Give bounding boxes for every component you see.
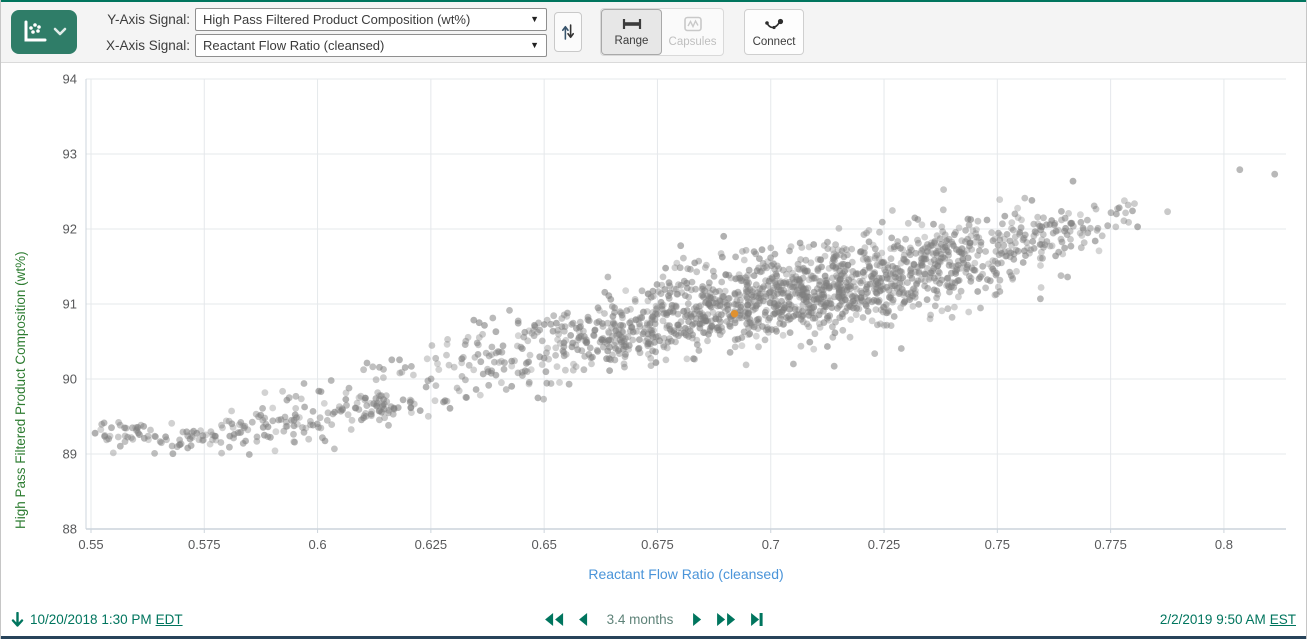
double-left-arrow-icon xyxy=(543,612,565,627)
y-axis-signal-label: Y-Axis Signal: xyxy=(87,12,190,27)
step-forward-button[interactable] xyxy=(691,612,703,627)
scatterplot-tool-button[interactable] xyxy=(11,10,77,54)
display-range-bar: 10/20/2018 1:30 PM EDT 3.4 months xyxy=(1,603,1306,636)
double-right-arrow-icon xyxy=(715,612,737,627)
range-ibeam-icon xyxy=(621,17,643,31)
svg-text:0.675: 0.675 xyxy=(641,537,674,552)
display-range-end: 2/2/2019 9:50 AM EST xyxy=(1160,612,1296,627)
svg-text:88: 88 xyxy=(63,522,77,537)
axis-signal-selectors: Y-Axis Signal: High Pass Filtered Produc… xyxy=(87,8,547,57)
x-axis-signal-select[interactable]: Reactant Flow Ratio (cleansed) ▼ xyxy=(195,34,547,57)
y-axis-title: High Pass Filtered Product Composition (… xyxy=(13,77,28,529)
step-to-end-icon xyxy=(749,612,764,627)
start-datetime: 10/20/2018 1:30 PM xyxy=(30,612,152,627)
right-arrow-icon xyxy=(691,612,703,627)
connect-button[interactable]: Connect xyxy=(744,9,804,55)
time-navigation: 3.4 months xyxy=(543,612,765,627)
svg-text:0.725: 0.725 xyxy=(868,537,901,552)
svg-text:90: 90 xyxy=(63,372,77,387)
swap-axes-button[interactable] xyxy=(554,12,582,52)
y-axis-signal-value: High Pass Filtered Product Composition (… xyxy=(203,12,470,27)
step-to-now-button[interactable] xyxy=(749,612,764,627)
swap-vertical-icon xyxy=(561,22,575,42)
toolbar: Y-Axis Signal: High Pass Filtered Produc… xyxy=(1,0,1306,63)
connected-points-icon xyxy=(762,17,786,32)
step-back-button[interactable] xyxy=(577,612,589,627)
end-datetime: 2/2/2019 9:50 AM xyxy=(1160,612,1266,627)
range-button[interactable]: Range xyxy=(601,9,662,55)
svg-text:92: 92 xyxy=(63,222,77,237)
chevron-down-icon xyxy=(53,27,67,37)
arrow-down-icon xyxy=(11,612,24,628)
x-axis-title: Reactant Flow Ratio (cleansed) xyxy=(86,566,1286,582)
svg-text:0.6: 0.6 xyxy=(309,537,327,552)
scatterplot-workbench-window: Y-Axis Signal: High Pass Filtered Produc… xyxy=(0,0,1307,639)
svg-text:0.7: 0.7 xyxy=(762,537,780,552)
svg-text:0.575: 0.575 xyxy=(188,537,221,552)
scatter-plot-canvas[interactable]: 0.55 0.575 0.6 0.625 0.65 0.675 0.7 0.725 0.75 0.… xyxy=(1,63,1307,604)
x-axis-signal-label: X-Axis Signal: xyxy=(87,38,190,53)
x-axis-signal-value: Reactant Flow Ratio (cleansed) xyxy=(203,38,384,53)
capsules-button[interactable]: Capsules xyxy=(662,9,723,55)
svg-text:0.55: 0.55 xyxy=(78,537,103,552)
svg-text:0.65: 0.65 xyxy=(532,537,557,552)
dropdown-caret-icon: ▼ xyxy=(530,14,539,24)
svg-text:0.775: 0.775 xyxy=(1094,537,1127,552)
start-timezone-link[interactable]: EDT xyxy=(156,612,183,627)
capsule-signal-icon xyxy=(682,16,704,32)
step-forward-full-button[interactable] xyxy=(715,612,737,627)
y-axis-signal-select[interactable]: High Pass Filtered Product Composition (… xyxy=(195,8,547,31)
end-timezone-link[interactable]: EST xyxy=(1270,612,1296,627)
svg-text:94: 94 xyxy=(63,72,77,87)
svg-text:0.625: 0.625 xyxy=(415,537,448,552)
dropdown-caret-icon: ▼ xyxy=(530,40,539,50)
display-range-start: 10/20/2018 1:30 PM EDT xyxy=(11,612,183,628)
chart-region: 0.55 0.575 0.6 0.625 0.65 0.675 0.7 0.725 0.75 0.… xyxy=(1,63,1307,604)
display-range-duration[interactable]: 3.4 months xyxy=(607,612,674,627)
view-mode-button-group: Range Capsules xyxy=(600,8,724,56)
svg-text:89: 89 xyxy=(63,447,77,462)
svg-text:0.75: 0.75 xyxy=(985,537,1010,552)
svg-text:91: 91 xyxy=(63,297,77,312)
scatter-plot-icon xyxy=(21,19,49,45)
svg-text:0.8: 0.8 xyxy=(1215,537,1233,552)
step-back-full-button[interactable] xyxy=(543,612,565,627)
svg-text:93: 93 xyxy=(63,147,77,162)
left-arrow-icon xyxy=(577,612,589,627)
